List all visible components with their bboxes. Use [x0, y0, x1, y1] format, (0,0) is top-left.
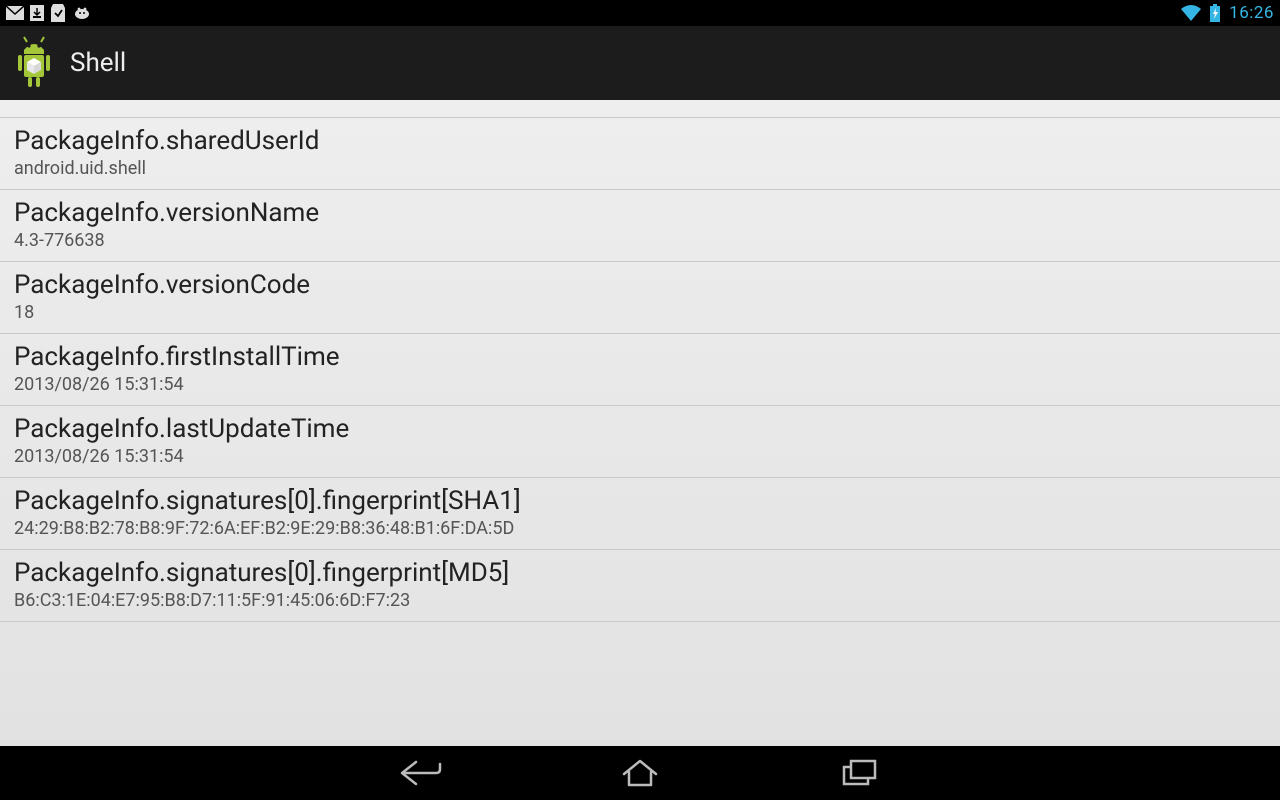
row-value: 2013/08/26 15:31:54 [14, 374, 1266, 395]
clock-text: 16:26 [1229, 3, 1274, 23]
download-icon [30, 5, 44, 21]
row-title: PackageInfo.sharedUserId [14, 126, 1266, 156]
list-item[interactable]: PackageInfo.signatures[0].fingerprint[SH… [0, 478, 1280, 550]
action-bar: Shell [0, 26, 1280, 100]
row-value: 24:29:B8:B2:78:B8:9F:72:6A:EF:B2:9E:29:B… [14, 518, 1266, 539]
recents-button[interactable] [830, 758, 890, 788]
list-item[interactable]: PackageInfo.signatures[0].fingerprint[MD… [0, 550, 1280, 622]
row-title: PackageInfo.firstInstallTime [14, 342, 1266, 372]
list-item[interactable]: PackageInfo.lastUpdateTime 2013/08/26 15… [0, 406, 1280, 478]
list-item[interactable]: PackageInfo.sharedUserId android.uid.she… [0, 118, 1280, 190]
row-title: PackageInfo.lastUpdateTime [14, 414, 1266, 444]
list-item[interactable]: PackageInfo.versionName 4.3-776638 [0, 190, 1280, 262]
debug-icon [72, 6, 92, 20]
gmail-icon [6, 6, 24, 20]
back-button[interactable] [390, 758, 450, 788]
row-value: 2013/08/26 15:31:54 [14, 446, 1266, 467]
app-icon [10, 36, 58, 90]
info-list[interactable]: . PackageInfo.sharedUserId android.uid.s… [0, 100, 1280, 746]
row-title: PackageInfo.signatures[0].fingerprint[MD… [14, 558, 1266, 588]
app-title: Shell [70, 48, 126, 78]
list-item[interactable]: PackageInfo.firstInstallTime 2013/08/26 … [0, 334, 1280, 406]
row-title: PackageInfo.signatures[0].fingerprint[SH… [14, 486, 1266, 516]
row-value: 18 [14, 302, 1266, 323]
row-value: B6:C3:1E:04:E7:95:B8:D7:11:5F:91:45:06:6… [14, 590, 1266, 611]
list-item[interactable]: PackageInfo.versionCode 18 [0, 262, 1280, 334]
list-item[interactable]: . [0, 100, 1280, 118]
wifi-icon [1181, 5, 1201, 21]
status-left [6, 4, 92, 22]
row-value: 4.3-776638 [14, 230, 1266, 251]
play-store-icon [50, 4, 66, 22]
status-bar: 16:26 [0, 0, 1280, 26]
navigation-bar [0, 746, 1280, 800]
row-title: PackageInfo.versionName [14, 198, 1266, 228]
row-value: android.uid.shell [14, 158, 1266, 179]
battery-charging-icon [1209, 4, 1221, 22]
home-button[interactable] [610, 758, 670, 788]
row-title: PackageInfo.versionCode [14, 270, 1266, 300]
status-right: 16:26 [1181, 3, 1274, 23]
